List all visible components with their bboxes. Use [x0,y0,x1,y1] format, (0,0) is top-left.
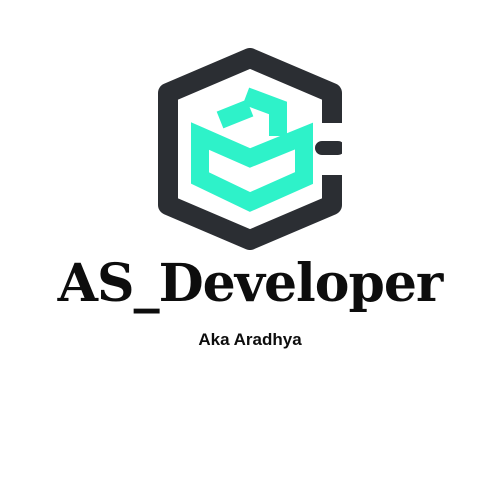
cube-shape [191,87,313,212]
tagline: Aka Aradhya [198,330,302,349]
hexagon-cube-icon [158,48,342,250]
brand-name: AS_Developer [57,253,444,314]
